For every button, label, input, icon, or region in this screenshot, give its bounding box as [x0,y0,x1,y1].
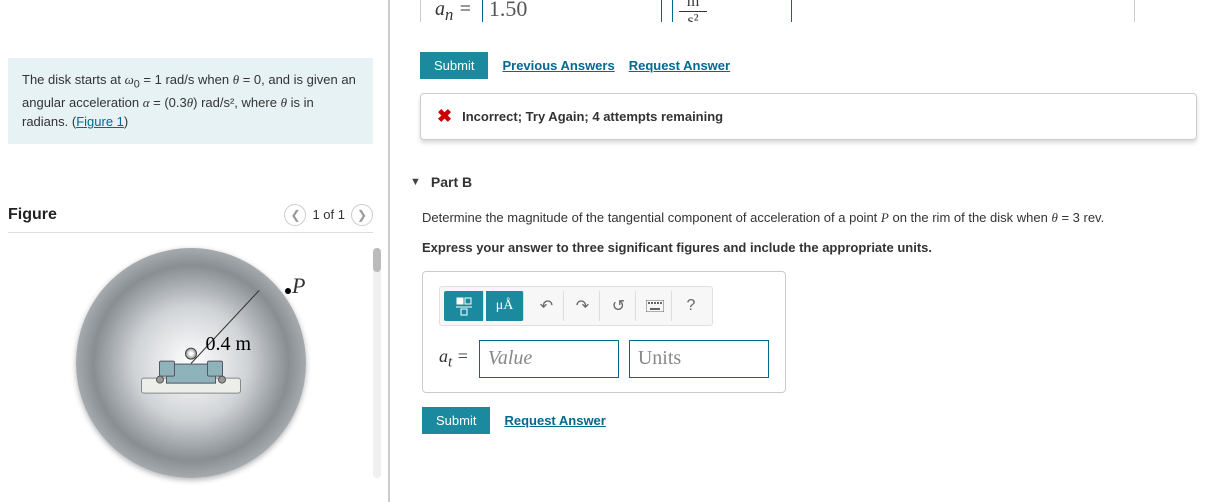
feedback-text: Incorrect; Try Again; 4 attempts remaini… [462,109,723,124]
part-a-request-answer-link[interactable]: Request Answer [629,58,730,73]
left-panel: The disk starts at ω0 = 1 rad/s when θ =… [0,0,390,502]
part-b-body: Determine the magnitude of the tangentia… [422,208,1207,434]
part-b-header[interactable]: ▼ Part B [410,174,1207,190]
point-P-marker [285,288,291,294]
hub-mount [146,359,236,393]
keyboard-tool-icon[interactable] [638,291,672,321]
incorrect-icon: ✖ [437,106,452,127]
part-a-submit-button[interactable]: Submit [420,52,488,79]
part-b-units-input[interactable]: Units [629,340,769,378]
part-a-previous-answers-link[interactable]: Previous Answers [502,58,614,73]
part-b-instruction: Express your answer to three significant… [422,240,1207,255]
help-tool-icon[interactable]: ? [674,291,708,321]
fraction-tool-icon[interactable] [444,291,484,321]
right-panel: an = 1.50 m s² Submit Previous Answers R… [390,0,1227,502]
part-b-answer-widget: μÅ ↶ ↷ ↺ ? at = Value Units [422,271,786,393]
answer-toolbar: μÅ ↶ ↷ ↺ ? [439,286,713,326]
disk-figure: P 0.4 m [76,248,306,478]
figure-page-count: 1 of 1 [312,207,345,222]
part-b-title: Part B [431,174,472,190]
figure-scrollbar[interactable] [373,248,381,478]
part-b-question: Determine the magnitude of the tangentia… [422,208,1207,228]
part-a-units-input[interactable]: m s² [672,0,792,22]
figure-section: Figure ❮ 1 of 1 ❯ P 0.4 m [8,204,373,478]
part-a-answer-box: an = 1.50 m s² [420,0,1135,22]
special-char-tool[interactable]: μÅ [486,291,524,321]
part-b-value-input[interactable]: Value [479,340,619,378]
part-b-submit-button[interactable]: Submit [422,407,490,434]
part-a-button-row: Submit Previous Answers Request Answer [420,52,1207,79]
radius-label: 0.4 m [206,333,252,356]
figure-pager: ❮ 1 of 1 ❯ [284,204,373,226]
part-b-button-row: Submit Request Answer [422,407,1207,434]
part-b-request-answer-link[interactable]: Request Answer [504,413,605,428]
figure-link[interactable]: Figure 1 [76,114,124,129]
undo-tool-icon[interactable]: ↶ [530,291,564,321]
collapse-icon: ▼ [410,176,421,188]
problem-statement: The disk starts at ω0 = 1 rad/s when θ =… [8,58,373,144]
figure-prev-button[interactable]: ❮ [284,204,306,226]
redo-tool-icon[interactable]: ↷ [566,291,600,321]
problem-text: The disk starts at ω0 = 1 rad/s when θ =… [22,72,356,129]
point-P-label: P [292,273,305,299]
part-a-value-input[interactable]: 1.50 [482,0,662,22]
reset-tool-icon[interactable]: ↺ [602,291,636,321]
figure-title: Figure [8,206,57,224]
part-b-var-label: at = [439,346,469,372]
part-a-var-label: an = [435,0,472,22]
figure-next-button[interactable]: ❯ [351,204,373,226]
part-a-feedback: ✖ Incorrect; Try Again; 4 attempts remai… [420,93,1197,140]
